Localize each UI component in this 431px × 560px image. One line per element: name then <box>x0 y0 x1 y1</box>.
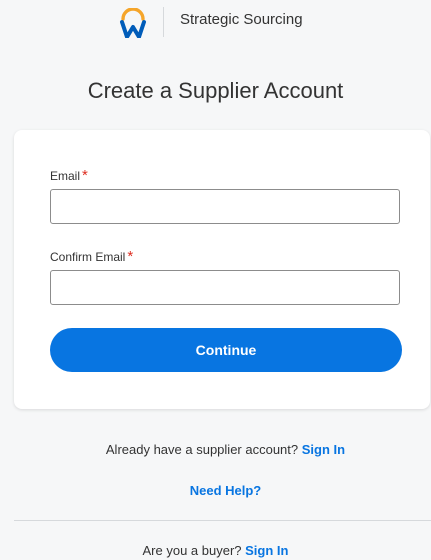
confirm-email-field[interactable] <box>50 270 400 305</box>
help-row: Need Help? <box>0 483 431 498</box>
confirm-email-required-marker: * <box>127 248 134 265</box>
footer-divider <box>14 520 431 521</box>
existing-account-text: Already have a supplier account? <box>105 442 299 457</box>
top-header: Strategic Sourcing <box>0 0 431 48</box>
existing-account-row: Already have a supplier account? Sign In <box>0 442 431 457</box>
signup-form-card: Email * Confirm Email * Continue <box>14 130 430 409</box>
email-field[interactable] <box>50 189 400 224</box>
continue-button[interactable]: Continue <box>50 328 402 372</box>
email-required-marker: * <box>82 167 88 184</box>
email-label: Email * <box>50 167 88 184</box>
header-divider <box>163 7 164 37</box>
buyer-text: Are you a buyer? <box>142 543 242 558</box>
buyer-row: Are you a buyer? Sign In <box>0 543 431 558</box>
app-title: Strategic Sourcing <box>180 11 303 28</box>
email-label-text: Email <box>50 169 81 183</box>
confirm-email-label-text: Confirm Email <box>50 250 126 264</box>
confirm-email-label: Confirm Email * <box>50 248 133 265</box>
supplier-sign-in-link[interactable]: Sign In <box>302 442 345 457</box>
buyer-sign-in-link[interactable]: Sign In <box>245 543 288 558</box>
need-help-link[interactable]: Need Help? <box>190 483 262 498</box>
workday-logo-icon <box>120 8 146 38</box>
page-title: Create a Supplier Account <box>87 78 344 103</box>
